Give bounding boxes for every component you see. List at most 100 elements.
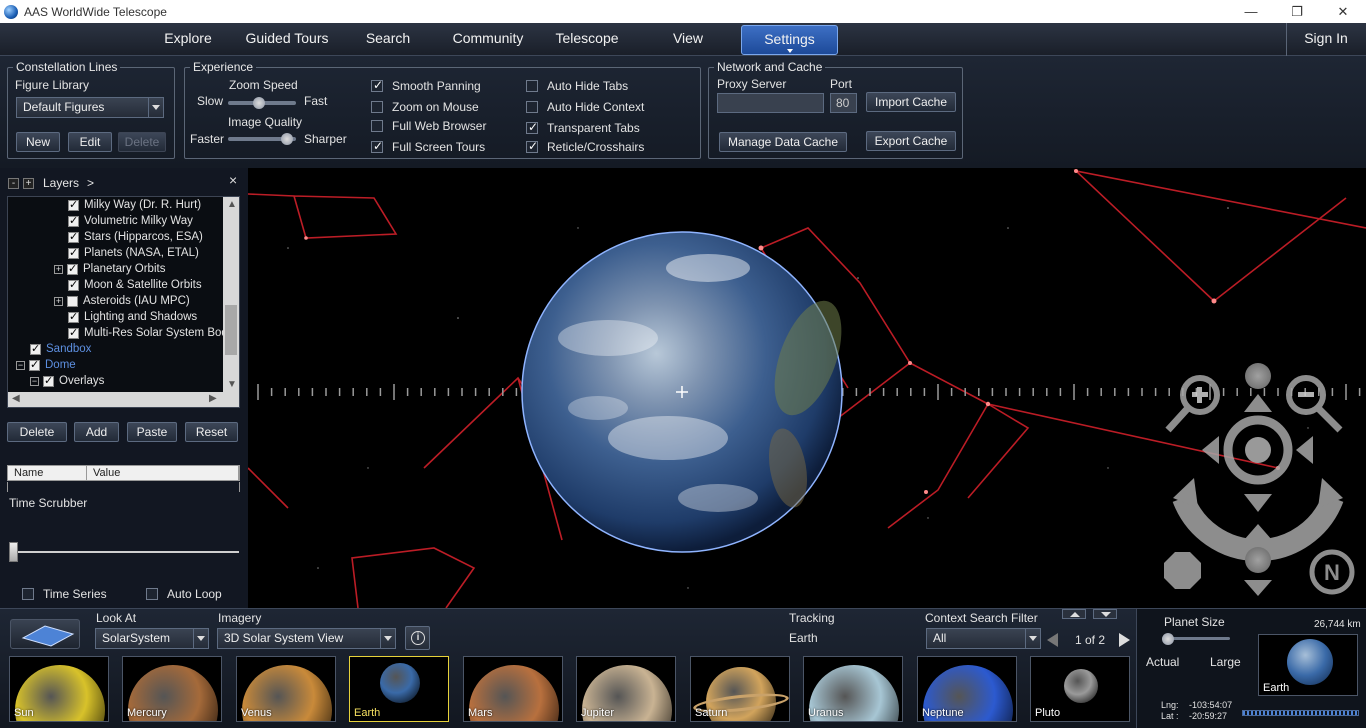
layer-checkbox[interactable] [29,358,40,371]
planet-thumbnail-pluto[interactable]: Pluto [1030,656,1130,722]
delete-layer-button[interactable]: Delete [7,422,67,442]
layer-checkbox[interactable] [43,374,54,387]
manage-data-cache-button[interactable]: Manage Data Cache [719,132,847,152]
tree-expander-icon[interactable]: + [54,264,63,274]
full-screen-tours-checkbox[interactable]: Full Screen Tours [371,139,485,154]
scroll-down-button[interactable] [1093,609,1117,619]
layer-checkbox[interactable] [68,214,79,227]
auto-loop-checkbox[interactable]: Auto Loop [146,587,222,601]
checkbox-box[interactable] [371,78,383,92]
scroll-right-icon[interactable]: ▶ [209,393,217,404]
port-input[interactable]: 80 [830,93,857,113]
minimize-button[interactable]: — [1228,0,1274,23]
menu-telescope[interactable]: Telescope [546,23,628,56]
tree-horizontal-scrollbar[interactable]: ◀ ▶ [8,392,239,407]
close-button[interactable]: ✕ [1320,0,1366,23]
layer-checkbox[interactable] [68,278,79,291]
checkbox-box[interactable] [526,139,538,153]
menu-explore[interactable]: Explore [152,23,224,56]
time-series-checkbox[interactable]: Time Series [22,587,107,601]
reset-layers-button[interactable]: Reset [185,422,238,442]
layer-tree-item[interactable]: Volumetric Milky Way [68,213,193,229]
layer-checkbox[interactable] [68,310,79,323]
transparent-tabs-checkbox[interactable]: Transparent Tabs [526,120,640,135]
imagery-dropdown[interactable]: 3D Solar System View [217,628,396,649]
sky-view[interactable]: N [248,168,1366,608]
layer-tree-item[interactable]: Moon & Satellite Orbits [68,277,202,293]
layer-tree-item[interactable]: Milky Way (Dr. R. Hurt) [68,197,201,213]
sky-canvas[interactable]: N [248,168,1366,608]
reticle-crosshairs-checkbox[interactable]: Reticle/Crosshairs [526,139,644,154]
image-quality-slider[interactable] [228,133,296,145]
look-at-dropdown[interactable]: SolarSystem [95,628,209,649]
layer-tree-item[interactable]: Stars (Hipparcos, ESA) [68,229,203,245]
layer-tree-item[interactable]: Planets (NASA, ETAL) [68,245,199,261]
next-page-icon[interactable] [1119,633,1130,647]
layer-checkbox[interactable] [68,246,79,259]
checkbox-box[interactable] [371,139,383,153]
scroll-thumb[interactable] [225,305,237,355]
scroll-left-icon[interactable]: ◀ [12,393,20,404]
zoom-speed-slider[interactable] [228,97,296,109]
planet-thumbnail-uranus[interactable]: Uranus [803,656,903,722]
navigation-control[interactable]: N [1164,363,1355,596]
full-web-browser-checkbox[interactable]: Full Web Browser [371,119,486,133]
checkbox-box[interactable] [22,588,34,600]
checkbox-box[interactable] [526,101,538,113]
layer-checkbox[interactable] [67,295,78,307]
import-cache-button[interactable]: Import Cache [866,92,956,112]
layer-checkbox[interactable] [68,230,79,243]
checkbox-box[interactable] [526,120,538,134]
planet-size-slider[interactable] [1162,633,1230,645]
add-layer-button[interactable]: Add [74,422,119,442]
layers-chevron-icon[interactable]: > [87,176,94,190]
layer-tree-item[interactable]: + Planetary Orbits [54,261,165,277]
menu-search[interactable]: Search [352,23,424,56]
layer-tree-item[interactable]: Sandbox [30,341,91,357]
menu-settings[interactable]: Settings [741,25,838,55]
time-scrubber-thumb[interactable] [9,542,18,562]
tracked-object-preview[interactable]: Earth [1258,634,1358,696]
layer-tree-item[interactable]: − Dome [16,357,76,373]
layer-checkbox[interactable] [68,198,79,211]
layer-checkbox[interactable] [30,342,41,355]
checkbox-box[interactable] [146,588,158,600]
menu-guided-tours[interactable]: Guided Tours [236,23,338,56]
planet-thumbnail-earth[interactable]: Earth [349,656,449,722]
planet-thumbnail-sun[interactable]: Sun [9,656,109,722]
collapse-all-button[interactable]: - [8,177,19,189]
planet-size-thumb[interactable] [1162,633,1174,645]
zoom-on-mouse-checkbox[interactable]: Zoom on Mouse [371,100,479,114]
checkbox-box[interactable] [371,120,383,132]
layer-tree-item[interactable]: Multi-Res Solar System Bodies [68,325,239,341]
new-figure-button[interactable]: New [16,132,60,152]
auto-hide-tabs-checkbox[interactable]: Auto Hide Tabs [526,79,628,93]
scroll-up-icon[interactable]: ▲ [227,199,237,210]
context-filter-dropdown[interactable]: All [926,628,1041,649]
smooth-panning-checkbox[interactable]: Smooth Panning [371,78,481,93]
layer-tree-item[interactable]: Lighting and Shadows [68,309,197,325]
tree-expander-icon[interactable]: − [16,360,25,370]
sign-in-button[interactable]: Sign In [1296,23,1356,56]
menu-community[interactable]: Community [440,23,536,56]
close-layers-button[interactable]: × [229,172,237,188]
layer-tree-item[interactable]: + Asteroids (IAU MPC) [54,293,190,309]
scroll-up-button[interactable] [1062,609,1086,619]
menu-view[interactable]: View [652,23,724,56]
expand-all-button[interactable]: + [23,177,34,189]
checkbox-box[interactable] [526,80,538,92]
info-button[interactable]: i [405,626,430,650]
tree-expander-icon[interactable]: + [54,296,63,306]
planet-thumbnail-neptune[interactable]: Neptune [917,656,1017,722]
earth-globe[interactable] [521,231,855,553]
planet-thumbnail-mercury[interactable]: Mercury [122,656,222,722]
planet-thumbnail-saturn[interactable]: Saturn [690,656,790,722]
tree-expander-icon[interactable]: − [30,376,39,386]
edit-figure-button[interactable]: Edit [68,132,112,152]
layer-checkbox[interactable] [68,326,79,339]
restore-button[interactable]: ❐ [1274,0,1320,23]
proxy-server-input[interactable] [717,93,824,113]
scroll-down-icon[interactable]: ▼ [227,379,237,390]
planet-thumbnail-venus[interactable]: Venus [236,656,336,722]
time-scrubber-track[interactable] [12,551,239,553]
